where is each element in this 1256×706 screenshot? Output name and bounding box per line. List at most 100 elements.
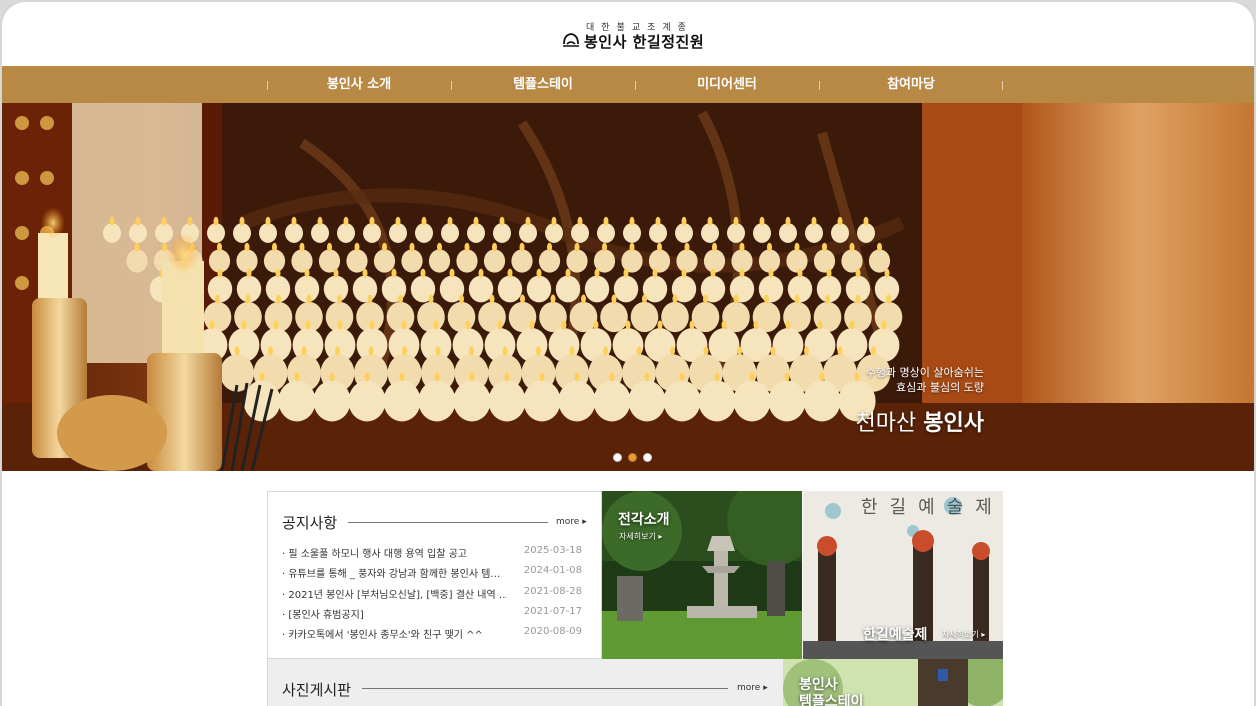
lantern-flame	[855, 268, 861, 278]
lantern	[337, 223, 355, 243]
lantern	[493, 223, 511, 243]
title-divider	[348, 522, 548, 523]
lantern-flame	[753, 320, 759, 330]
list-item[interactable]: · 필 소울풀 하모니 행사 대행 용역 입찰 공고 2025-03-18	[282, 545, 582, 565]
lantern	[831, 223, 849, 243]
lantern-flame	[737, 346, 742, 356]
lantern-flame	[822, 242, 827, 252]
list-item[interactable]: · [봉인사 휴범공지] 2021-07-17	[282, 606, 582, 626]
lantern-flame	[134, 242, 140, 252]
nav-item-media[interactable]: 미디어센터	[635, 66, 819, 103]
lantern	[628, 380, 666, 422]
lantern	[348, 380, 386, 422]
lantern-flame	[817, 320, 823, 330]
slider-dot-3[interactable]	[643, 453, 652, 462]
lantern	[126, 249, 148, 273]
festival-more-link[interactable]: 자세히보기 ▸	[942, 629, 985, 640]
photo-board-more-link[interactable]: more ▸	[737, 683, 768, 693]
slider-dot-2[interactable]	[628, 453, 637, 462]
lantern	[538, 249, 561, 273]
lantern	[733, 380, 771, 422]
nav-item-community[interactable]: 참여마당	[819, 66, 1003, 103]
notice-title: 공지사항	[282, 514, 338, 532]
lantern	[263, 249, 286, 273]
lantern-flame	[811, 216, 817, 226]
lantern-flame	[335, 346, 340, 356]
lantern-flame	[520, 294, 525, 304]
lantern-flame	[539, 372, 545, 382]
lantern-flame	[550, 294, 556, 304]
lantern-flame	[507, 268, 513, 278]
lantern-flame	[684, 242, 690, 252]
slider-dot-1[interactable]	[613, 453, 622, 462]
site-logo[interactable]: 대한불교조계종 봉인사 한길정진원	[562, 18, 712, 54]
notice-more-link[interactable]: more ▸	[556, 517, 587, 527]
lantern-flame	[329, 372, 335, 382]
notice-item-title: · [봉인사 휴범공지]	[282, 609, 364, 621]
notice-item-date: 2024-01-08	[523, 565, 582, 577]
lantern	[613, 275, 639, 303]
lotus-logo-icon	[563, 33, 579, 47]
lantern	[401, 249, 423, 273]
lantern	[453, 380, 491, 422]
festival-card[interactable]: 한길예술제 한길예술제 자세히보기 ▸	[803, 491, 1003, 659]
lantern-flame	[402, 346, 407, 356]
notice-board: 공지사항 more ▸ · 필 소울풀 하모니 행사 대행 용역 입찰 공고 2…	[267, 491, 602, 659]
lantern-flame	[354, 242, 360, 252]
nav-item-about[interactable]: 봉인사 소개	[267, 66, 451, 103]
lantern-flame	[162, 242, 167, 252]
lantern	[234, 301, 262, 333]
lantern	[623, 223, 641, 243]
lantern-flame	[492, 242, 497, 252]
lantern	[352, 275, 378, 303]
lantern	[661, 301, 689, 333]
list-item[interactable]: · 유튜브를 통해 _ 풍자와 강남과 함께한 봉인사 템… 2024-01-0…	[282, 565, 582, 585]
lantern	[566, 249, 588, 273]
lantern-flame	[433, 320, 439, 330]
lantern	[727, 223, 745, 243]
lantern-flame	[161, 216, 167, 226]
lantern-flame	[478, 268, 484, 278]
lantern-flame	[368, 346, 374, 356]
lantern-flame	[294, 372, 300, 382]
lantern-flame	[863, 216, 869, 226]
lantern	[722, 301, 750, 333]
lantern-flame	[785, 320, 791, 330]
list-item[interactable]: · 2021년 봉인사 [부처님오신날], [백중] 결산 내역 … 2021-…	[282, 586, 582, 606]
lantern-flame	[421, 216, 427, 226]
lantern-flame	[739, 268, 745, 278]
list-item[interactable]: · 카카오톡에서 '봉인사 종무소'와 친구 맺기 ^^ 2020-08-09	[282, 626, 582, 646]
lantern-flame	[301, 346, 307, 356]
lantern-flame	[652, 268, 658, 278]
jeongak-card[interactable]: 전각소개 자세히보기 ▸	[602, 491, 802, 659]
lantern-flame	[337, 320, 343, 330]
lantern-flame	[369, 216, 375, 226]
lantern-flame	[819, 372, 825, 382]
lantern-flame	[609, 372, 615, 382]
chevron-right-icon: ▸	[763, 683, 768, 693]
lantern-flame	[304, 268, 310, 278]
lantern	[729, 275, 755, 303]
templestay-title-line-1: 봉인사	[799, 677, 838, 693]
templestay-card[interactable]: 봉인사 템플스테이	[783, 659, 1003, 706]
lantern-flame	[623, 268, 629, 278]
lantern-flame	[217, 242, 222, 252]
chevron-right-icon: ▸	[582, 517, 587, 527]
lantern-flame	[707, 216, 713, 226]
lantern-flame	[855, 294, 861, 304]
nav-item-templestay[interactable]: 템플스테이	[451, 66, 635, 103]
lantern-flame	[759, 216, 765, 226]
notice-list: · 필 소울풀 하모니 행사 대행 용역 입찰 공고 2025-03-18 · …	[282, 545, 582, 646]
notice-more-label: more	[556, 517, 580, 527]
jeongak-title: 전각소개	[618, 512, 670, 528]
jeongak-more-link[interactable]: 자세히보기 ▸	[619, 531, 662, 542]
lantern-flame	[244, 242, 250, 252]
photo-board: 사진게시판 more ▸	[267, 659, 783, 706]
lantern-flame	[825, 294, 830, 304]
lantern-flame	[710, 268, 716, 278]
lantern-flame	[733, 294, 739, 304]
lantern-flame	[519, 242, 525, 252]
festival-more-label: 자세히보기	[942, 630, 979, 639]
lantern-flame	[343, 216, 349, 226]
lantern	[600, 301, 628, 333]
